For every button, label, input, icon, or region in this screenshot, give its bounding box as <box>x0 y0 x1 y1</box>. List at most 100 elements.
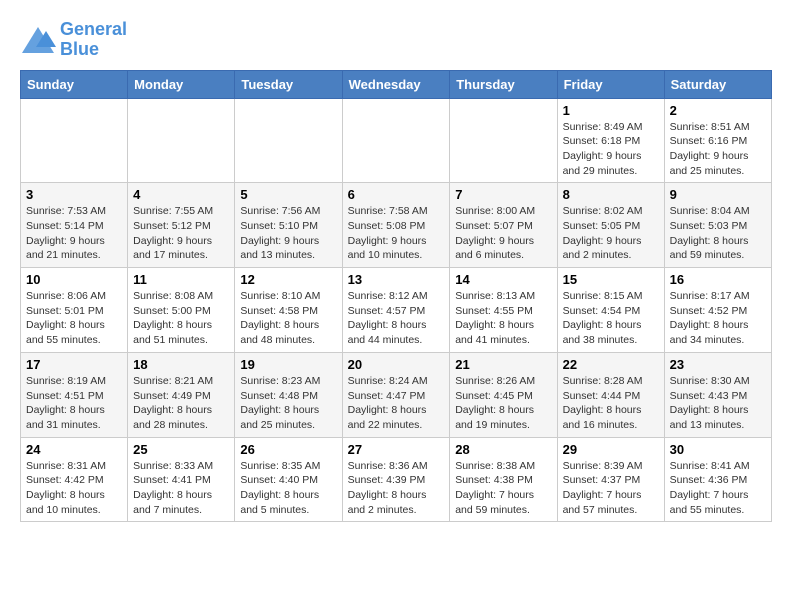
sunset-text: Sunset: 4:36 PM <box>670 473 766 488</box>
sunrise-text: Sunrise: 8:28 AM <box>563 374 659 389</box>
daylight-text: Daylight: 9 hours and 10 minutes. <box>348 234 445 263</box>
sunset-text: Sunset: 4:44 PM <box>563 389 659 404</box>
day-info: Sunrise: 8:17 AMSunset: 4:52 PMDaylight:… <box>670 289 766 348</box>
daylight-text: Daylight: 8 hours and 55 minutes. <box>26 318 122 347</box>
day-info: Sunrise: 8:19 AMSunset: 4:51 PMDaylight:… <box>26 374 122 433</box>
day-info: Sunrise: 8:24 AMSunset: 4:47 PMDaylight:… <box>348 374 445 433</box>
day-info: Sunrise: 8:35 AMSunset: 4:40 PMDaylight:… <box>240 459 336 518</box>
day-info: Sunrise: 8:00 AMSunset: 5:07 PMDaylight:… <box>455 204 551 263</box>
calendar-cell: 18Sunrise: 8:21 AMSunset: 4:49 PMDayligh… <box>128 352 235 437</box>
calendar-cell: 23Sunrise: 8:30 AMSunset: 4:43 PMDayligh… <box>664 352 771 437</box>
sunrise-text: Sunrise: 7:53 AM <box>26 204 122 219</box>
day-number: 28 <box>455 442 551 457</box>
sunrise-text: Sunrise: 8:26 AM <box>455 374 551 389</box>
header-tuesday: Tuesday <box>235 70 342 98</box>
sunset-text: Sunset: 6:16 PM <box>670 134 766 149</box>
sunrise-text: Sunrise: 8:30 AM <box>670 374 766 389</box>
day-number: 26 <box>240 442 336 457</box>
daylight-text: Daylight: 8 hours and 10 minutes. <box>26 488 122 517</box>
header-thursday: Thursday <box>450 70 557 98</box>
day-number: 19 <box>240 357 336 372</box>
daylight-text: Daylight: 8 hours and 13 minutes. <box>670 403 766 432</box>
day-number: 8 <box>563 187 659 202</box>
day-number: 7 <box>455 187 551 202</box>
sunrise-text: Sunrise: 7:58 AM <box>348 204 445 219</box>
calendar-cell: 27 Sunrise: 8:36 AMSunset: 4:39 PMDayligh… <box>342 437 450 522</box>
day-info: Sunrise: 8:33 AMSunset: 4:41 PMDaylight:… <box>133 459 229 518</box>
day-number: 1 <box>563 103 659 118</box>
calendar-cell: 20Sunrise: 8:24 AMSunset: 4:47 PMDayligh… <box>342 352 450 437</box>
day-number: 2 <box>670 103 766 118</box>
sunset-text: Sunset: 5:10 PM <box>240 219 336 234</box>
calendar-table: SundayMondayTuesdayWednesdayThursdayFrid… <box>20 70 772 523</box>
day-info: Sunrise: 8:13 AMSunset: 4:55 PMDaylight:… <box>455 289 551 348</box>
calendar-cell: 12Sunrise: 8:10 AMSunset: 4:58 PMDayligh… <box>235 268 342 353</box>
sunrise-text: Sunrise: 8:23 AM <box>240 374 336 389</box>
day-number: 27 <box>348 442 445 457</box>
daylight-text: Daylight: 8 hours and 22 minutes. <box>348 403 445 432</box>
calendar-cell: 1 Sunrise: 8:49 AMSunset: 6:18 PMDaylight… <box>557 98 664 183</box>
sunset-text: Sunset: 4:47 PM <box>348 389 445 404</box>
sunset-text: Sunset: 5:00 PM <box>133 304 229 319</box>
calendar-cell <box>21 98 128 183</box>
sunset-text: Sunset: 4:40 PM <box>240 473 336 488</box>
day-number: 14 <box>455 272 551 287</box>
sunset-text: Sunset: 4:51 PM <box>26 389 122 404</box>
day-number: 25 <box>133 442 229 457</box>
sunrise-text: Sunrise: 8:39 AM <box>563 459 659 474</box>
sunset-text: Sunset: 4:38 PM <box>455 473 551 488</box>
day-number: 11 <box>133 272 229 287</box>
daylight-text: Daylight: 8 hours and 31 minutes. <box>26 403 122 432</box>
sunrise-text: Sunrise: 8:41 AM <box>670 459 766 474</box>
sunset-text: Sunset: 4:42 PM <box>26 473 122 488</box>
sunrise-text: Sunrise: 8:33 AM <box>133 459 229 474</box>
sunset-text: Sunset: 5:03 PM <box>670 219 766 234</box>
sunrise-text: Sunrise: 8:17 AM <box>670 289 766 304</box>
day-number: 12 <box>240 272 336 287</box>
day-number: 16 <box>670 272 766 287</box>
calendar-cell: 11 Sunrise: 8:08 AMSunset: 5:00 PMDayligh… <box>128 268 235 353</box>
sunset-text: Sunset: 6:18 PM <box>563 134 659 149</box>
calendar-cell: 19 Sunrise: 8:23 AMSunset: 4:48 PMDayligh… <box>235 352 342 437</box>
day-info: Sunrise: 8:08 AMSunset: 5:00 PMDaylight:… <box>133 289 229 348</box>
logo-text: General Blue <box>60 20 127 60</box>
daylight-text: Daylight: 8 hours and 28 minutes. <box>133 403 229 432</box>
sunset-text: Sunset: 5:08 PM <box>348 219 445 234</box>
daylight-text: Daylight: 8 hours and 25 minutes. <box>240 403 336 432</box>
logo: General Blue <box>20 20 127 60</box>
week-row: 24Sunrise: 8:31 AMSunset: 4:42 PMDayligh… <box>21 437 772 522</box>
calendar-cell: 3Sunrise: 7:53 AMSunset: 5:14 PMDaylight… <box>21 183 128 268</box>
day-info: Sunrise: 8:12 AMSunset: 4:57 PMDaylight:… <box>348 289 445 348</box>
day-info: Sunrise: 8:38 AMSunset: 4:38 PMDaylight:… <box>455 459 551 518</box>
sunrise-text: Sunrise: 8:08 AM <box>133 289 229 304</box>
daylight-text: Daylight: 9 hours and 25 minutes. <box>670 149 766 178</box>
sunset-text: Sunset: 4:58 PM <box>240 304 336 319</box>
calendar-cell: 9Sunrise: 8:04 AMSunset: 5:03 PMDaylight… <box>664 183 771 268</box>
sunset-text: Sunset: 4:52 PM <box>670 304 766 319</box>
day-number: 22 <box>563 357 659 372</box>
sunrise-text: Sunrise: 8:35 AM <box>240 459 336 474</box>
sunrise-text: Sunrise: 8:12 AM <box>348 289 445 304</box>
calendar-cell: 8Sunrise: 8:02 AMSunset: 5:05 PMDaylight… <box>557 183 664 268</box>
day-info: Sunrise: 8:06 AMSunset: 5:01 PMDaylight:… <box>26 289 122 348</box>
day-info: Sunrise: 8:36 AMSunset: 4:39 PMDaylight:… <box>348 459 445 518</box>
sunrise-text: Sunrise: 8:49 AM <box>563 120 659 135</box>
day-info: Sunrise: 8:31 AMSunset: 4:42 PMDaylight:… <box>26 459 122 518</box>
daylight-text: Daylight: 9 hours and 6 minutes. <box>455 234 551 263</box>
day-info: Sunrise: 8:26 AMSunset: 4:45 PMDaylight:… <box>455 374 551 433</box>
sunrise-text: Sunrise: 8:06 AM <box>26 289 122 304</box>
day-info: Sunrise: 8:39 AMSunset: 4:37 PMDaylight:… <box>563 459 659 518</box>
day-info: Sunrise: 8:49 AMSunset: 6:18 PMDaylight:… <box>563 120 659 179</box>
sunrise-text: Sunrise: 8:02 AM <box>563 204 659 219</box>
sunrise-text: Sunrise: 8:38 AM <box>455 459 551 474</box>
sunset-text: Sunset: 5:05 PM <box>563 219 659 234</box>
daylight-text: Daylight: 8 hours and 7 minutes. <box>133 488 229 517</box>
calendar-cell: 4Sunrise: 7:55 AMSunset: 5:12 PMDaylight… <box>128 183 235 268</box>
day-number: 3 <box>26 187 122 202</box>
day-number: 5 <box>240 187 336 202</box>
calendar-cell: 14 Sunrise: 8:13 AMSunset: 4:55 PMDayligh… <box>450 268 557 353</box>
daylight-text: Daylight: 7 hours and 59 minutes. <box>455 488 551 517</box>
day-info: Sunrise: 8:23 AMSunset: 4:48 PMDaylight:… <box>240 374 336 433</box>
sunrise-text: Sunrise: 7:56 AM <box>240 204 336 219</box>
sunrise-text: Sunrise: 8:36 AM <box>348 459 445 474</box>
